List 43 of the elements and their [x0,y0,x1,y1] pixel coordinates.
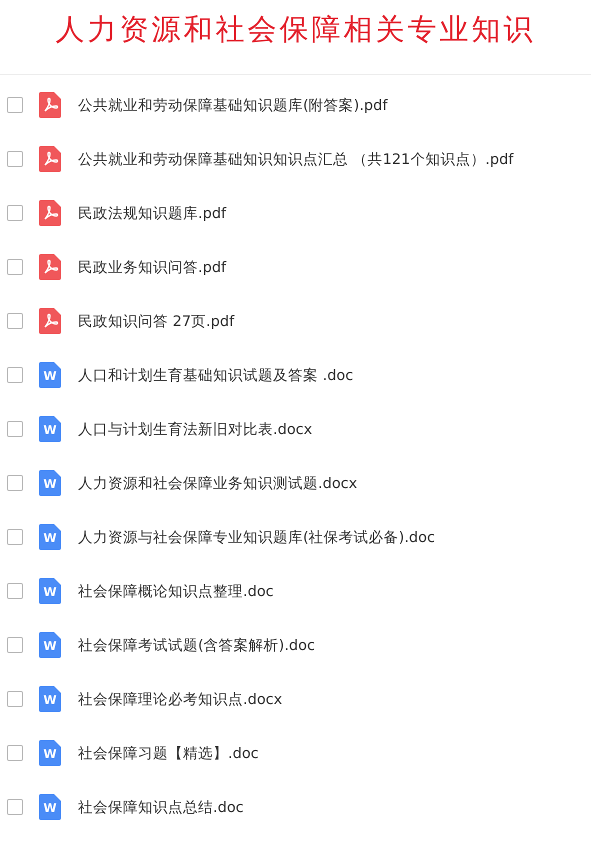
word-file-icon: W [39,578,61,604]
word-file-icon: W [39,362,61,388]
word-file-icon: W [39,416,61,442]
file-name[interactable]: 社会保障考试试题(含答案解析).doc [78,636,315,654]
checkbox[interactable] [7,799,23,815]
checkbox[interactable] [7,151,23,167]
file-name[interactable]: 社会保障概论知识点整理.doc [78,582,274,600]
word-file-icon: W [39,740,61,766]
checkbox[interactable] [7,475,23,491]
pdf-file-icon [39,254,61,280]
checkbox[interactable] [7,313,23,329]
file-name[interactable]: 人力资源与社会保障专业知识题库(社保考试必备).doc [78,528,435,546]
file-name[interactable]: 人口与计划生育法新旧对比表.docx [78,420,312,438]
word-file-icon: W [39,632,61,658]
file-name[interactable]: 人力资源和社会保障业务知识测试题.docx [78,474,358,492]
checkbox[interactable] [7,421,23,437]
file-name[interactable]: 民政法规知识题库.pdf [78,204,226,222]
checkbox[interactable] [7,205,23,221]
checkbox[interactable] [7,97,23,113]
word-file-icon: W [39,686,61,712]
file-name[interactable]: 社会保障理论必考知识点.docx [78,690,282,708]
file-name[interactable]: 公共就业和劳动保障基础知识题库(附答案).pdf [78,96,388,114]
checkbox[interactable] [7,691,23,707]
checkbox[interactable] [7,367,23,383]
pdf-file-icon [39,92,61,118]
word-file-icon: W [39,470,61,496]
checkbox[interactable] [7,529,23,545]
word-file-icon: W [39,524,61,550]
file-name[interactable]: 人口和计划生育基础知识试题及答案 .doc [78,366,354,384]
checkbox[interactable] [7,745,23,761]
checkbox[interactable] [7,637,23,653]
file-name[interactable]: 公共就业和劳动保障基础知识知识点汇总 （共121个知识点）.pdf [78,150,514,168]
file-name[interactable]: 社会保障习题【精选】.doc [78,744,259,762]
file-name[interactable]: 社会保障知识点总结.doc [78,798,244,816]
checkbox[interactable] [7,259,23,275]
checkbox[interactable] [7,583,23,599]
file-name[interactable]: 民政业务知识问答.pdf [78,258,226,276]
pdf-file-icon [39,308,61,334]
pdf-file-icon [39,146,61,172]
word-file-icon: W [39,794,61,820]
pdf-file-icon [39,200,61,226]
file-name[interactable]: 民政知识问答 27页.pdf [78,312,234,330]
page-title: 人力资源和社会保障相关专业知识 [54,11,536,48]
